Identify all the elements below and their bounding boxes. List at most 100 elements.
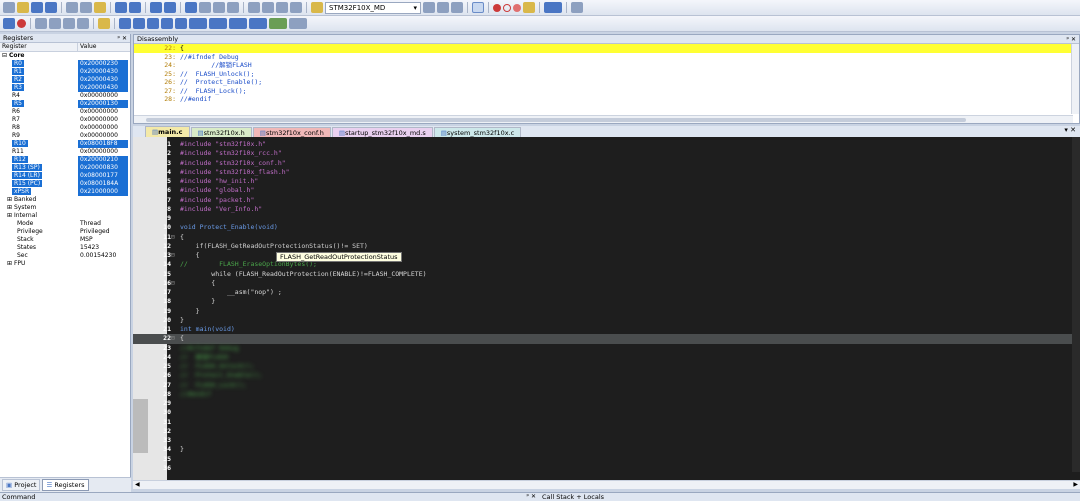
- fold-marker[interactable]: [171, 223, 180, 232]
- indent-icon[interactable]: [248, 2, 260, 13]
- expand-icon[interactable]: ⊞: [7, 212, 14, 219]
- register-value[interactable]: 0x20000130: [78, 100, 128, 108]
- pin-close-icons[interactable]: ᵖ ✕: [1066, 36, 1076, 43]
- fold-marker[interactable]: [171, 168, 180, 177]
- fold-marker[interactable]: [171, 186, 180, 195]
- stop-icon[interactable]: [17, 19, 26, 28]
- register-value[interactable]: [78, 260, 128, 268]
- register-value[interactable]: 0x08000177: [78, 172, 128, 180]
- editor-vscroll[interactable]: [1072, 137, 1080, 472]
- registers-window-icon[interactable]: [161, 18, 173, 29]
- register-row[interactable]: R3 0x20000430: [0, 84, 130, 92]
- scroll-right-icon[interactable]: ▶: [1073, 481, 1078, 488]
- disassembly-line[interactable]: 24: //解锁FLASH: [134, 61, 1079, 70]
- incremental-find-icon[interactable]: [451, 2, 463, 13]
- memory-window-icon[interactable]: [209, 18, 227, 29]
- fold-marker[interactable]: [171, 177, 180, 186]
- code-line[interactable]: 3 #include "stm32f10x_conf.h": [133, 159, 1080, 168]
- code-line[interactable]: 21 int main(void): [133, 325, 1080, 334]
- save-icon[interactable]: [31, 2, 43, 13]
- register-value[interactable]: [78, 204, 128, 212]
- register-row[interactable]: Mode Thread: [0, 220, 130, 228]
- fold-marker[interactable]: [171, 288, 180, 297]
- register-value[interactable]: Thread: [78, 220, 128, 228]
- code-line[interactable]: 5 #include "hw_init.h": [133, 177, 1080, 186]
- enable-breakpoint-icon[interactable]: [503, 3, 511, 12]
- code-line[interactable]: 35: [133, 455, 1080, 464]
- step-out-icon[interactable]: [63, 18, 75, 29]
- uncomment-icon[interactable]: [290, 2, 302, 13]
- nav-back-icon[interactable]: [150, 2, 162, 13]
- register-row[interactable]: R9 0x00000000: [0, 132, 130, 140]
- editor-tab[interactable]: ▤ startup_stm32f10x_md.s: [331, 127, 433, 137]
- expand-icon[interactable]: ⊞: [7, 196, 14, 203]
- code-editor[interactable]: 1 #include "stm32f10x.h" 2 #include "stm32f…: [133, 137, 1080, 480]
- fold-marker[interactable]: [171, 149, 180, 158]
- register-value[interactable]: 0x20000830: [78, 164, 128, 172]
- trace-window-icon[interactable]: [269, 18, 287, 29]
- code-line[interactable]: 25 // FLASH_Unlock();: [133, 362, 1080, 371]
- new-file-icon[interactable]: [3, 2, 15, 13]
- register-row[interactable]: ⊞ FPU: [0, 260, 130, 268]
- register-row[interactable]: R8 0x00000000: [0, 124, 130, 132]
- watch-window-icon[interactable]: [189, 18, 207, 29]
- editor-hscroll[interactable]: ◀ ▶: [133, 480, 1080, 489]
- system-viewer-icon[interactable]: [289, 18, 307, 29]
- open-folder-icon[interactable]: [17, 2, 29, 13]
- expand-icon[interactable]: ⊞: [7, 204, 14, 211]
- fold-marker[interactable]: ⊟: [171, 334, 180, 343]
- scroll-left-icon[interactable]: ◀: [135, 481, 140, 488]
- next-bookmark-icon[interactable]: [213, 2, 225, 13]
- call-stack-window-icon[interactable]: [175, 18, 187, 29]
- register-row[interactable]: R13 (SP) 0x20000830: [0, 164, 130, 172]
- find-icon[interactable]: [423, 2, 435, 13]
- code-line[interactable]: 6 #include "global.h": [133, 186, 1080, 195]
- editor-tab[interactable]: ▤ stm32f10x_conf.h: [252, 127, 331, 137]
- fold-marker[interactable]: [171, 140, 180, 149]
- save-all-icon[interactable]: [45, 2, 57, 13]
- code-line[interactable]: 36: [133, 464, 1080, 473]
- register-row[interactable]: R4 0x00000000: [0, 92, 130, 100]
- register-row[interactable]: Privilege Privileged: [0, 228, 130, 236]
- tab-dropdown-icon[interactable]: ▾ ✕: [1064, 126, 1076, 134]
- step-into-icon[interactable]: [35, 18, 47, 29]
- register-row[interactable]: R12 0x20000210: [0, 156, 130, 164]
- register-row[interactable]: R14 (LR) 0x08000177: [0, 172, 130, 180]
- copy-icon[interactable]: [80, 2, 92, 13]
- target-select[interactable]: STM32F10X_MD ▾: [325, 1, 421, 14]
- pin-close-icons[interactable]: ᵖ ✕: [117, 35, 127, 42]
- code-line[interactable]: 20}: [133, 316, 1080, 325]
- disassembly-content[interactable]: 22:{23://#ifndef Debug 24: //解锁FLASH 25://…: [134, 44, 1079, 104]
- code-line[interactable]: 16 ⊟ {: [133, 279, 1080, 288]
- register-value[interactable]: 0x00000000: [78, 116, 128, 124]
- disassembly-window-icon[interactable]: [133, 18, 145, 29]
- show-next-statement-icon[interactable]: [98, 18, 110, 29]
- fold-marker[interactable]: [171, 297, 180, 306]
- fold-marker[interactable]: [171, 399, 180, 408]
- register-value[interactable]: 0x20000430: [78, 68, 128, 76]
- fold-marker[interactable]: ⊟: [171, 233, 180, 242]
- code-line[interactable]: 28 //#endif: [133, 390, 1080, 399]
- register-row[interactable]: R11 0x00000000: [0, 148, 130, 156]
- expand-icon[interactable]: ⊟: [2, 52, 9, 59]
- register-value[interactable]: [78, 212, 128, 220]
- code-line[interactable]: 24 // 解锁FLASH: [133, 353, 1080, 362]
- fold-marker[interactable]: [171, 390, 180, 399]
- code-line[interactable]: 18 }: [133, 297, 1080, 306]
- code-line[interactable]: 2 #include "stm32f10x_rcc.h": [133, 149, 1080, 158]
- comment-icon[interactable]: [276, 2, 288, 13]
- fold-marker[interactable]: [171, 418, 180, 427]
- register-value[interactable]: 0x20000210: [78, 156, 128, 164]
- register-value[interactable]: 0x080018F8: [78, 140, 128, 148]
- analysis-window-icon[interactable]: [249, 18, 267, 29]
- fold-marker[interactable]: [171, 445, 180, 454]
- register-row[interactable]: R2 0x20000430: [0, 76, 130, 84]
- fold-marker[interactable]: [171, 270, 180, 279]
- code-line[interactable]: 11 ⊟{: [133, 233, 1080, 242]
- code-line[interactable]: 29: [133, 399, 1080, 408]
- disable-breakpoints-icon[interactable]: [513, 3, 521, 12]
- fold-marker[interactable]: [171, 427, 180, 436]
- register-value[interactable]: 0x0800184A: [78, 180, 128, 188]
- code-line[interactable]: 17 __asm("nop") ;: [133, 288, 1080, 297]
- register-value[interactable]: 0.00154230: [78, 252, 128, 260]
